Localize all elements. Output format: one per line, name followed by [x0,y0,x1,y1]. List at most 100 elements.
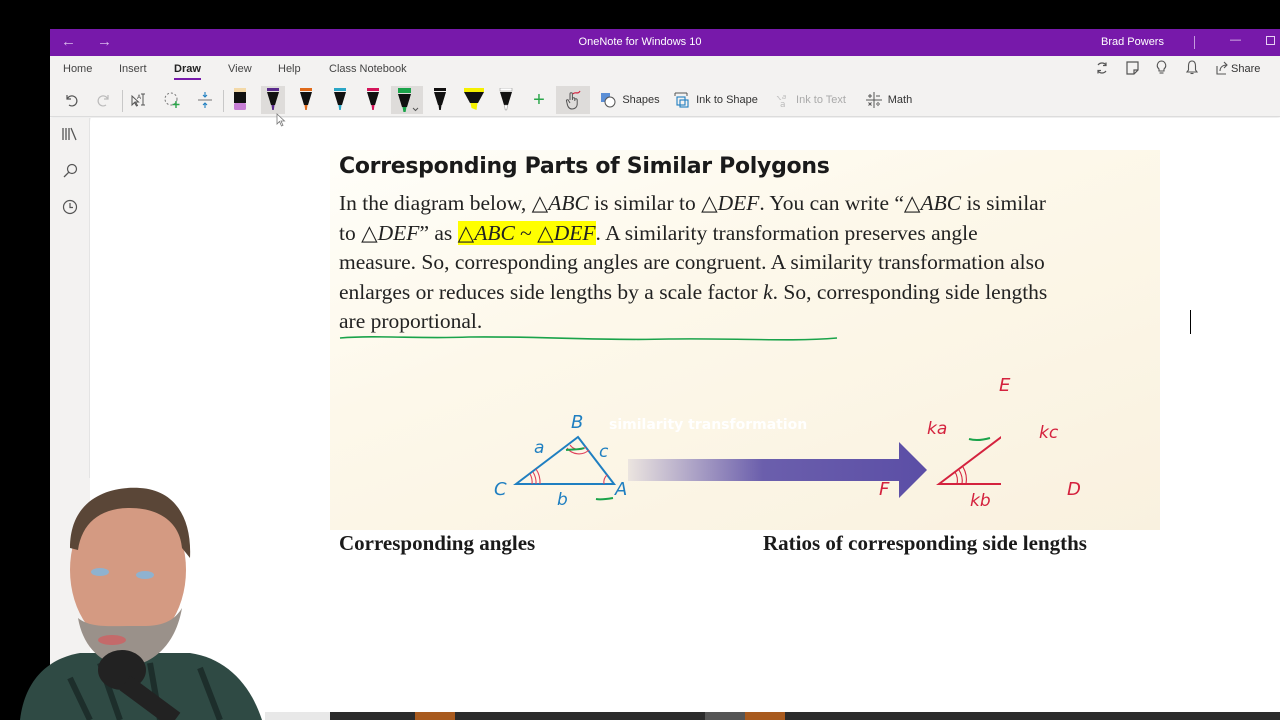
paragraph-line: In the diagram below, △ABC is similar to… [339,191,1046,215]
vertex-label-c: C [494,479,507,500]
side-label-c: c [599,442,609,462]
tab-class-notebook[interactable]: Class Notebook [329,63,407,75]
paragraph-line: enlarges or reduces side lengths by a sc… [339,279,1048,304]
toolbar-separator [223,90,224,112]
taskbar [265,712,1280,720]
angle-marks-def [954,466,967,485]
math-button[interactable]: Math [862,86,916,114]
ribbon: Home Insert Draw View Help Class Noteboo… [50,56,1280,117]
user-name[interactable]: Brad Powers [1101,36,1164,48]
pen-black[interactable] [428,86,452,114]
svg-text:a: a [780,100,786,108]
shapes-icon [601,93,616,108]
recent-icon [62,199,78,215]
ink-to-text-icon: aa [776,93,786,108]
add-pen-button[interactable]: + [528,86,550,114]
share-icon[interactable] [1215,61,1229,78]
eraser-tool[interactable] [228,86,252,114]
vertex-label-b: B [571,412,584,433]
pen-green[interactable] [391,86,423,114]
ink-to-text-button[interactable]: aa Ink to Text [772,86,850,114]
lasso-select-button[interactable] [161,86,183,114]
notebooks-button[interactable] [60,124,80,144]
vertex-label-e: E [999,375,1011,396]
shapes-button[interactable]: Shapes [598,86,662,114]
taskbar-item[interactable] [745,712,785,720]
ink-underline-stroke[interactable] [339,333,839,347]
vertex-label-a: A [615,479,628,500]
shapes-label: Shapes [622,94,660,106]
caption-corresponding-angles: Corresponding angles [339,531,536,555]
pen-magenta-icon [367,88,379,110]
side-label-ka: ka [927,419,948,439]
draw-toolbar: A + Shapes Ink to Shape a a Ink to Text … [50,82,1280,116]
ink-to-shape-label: Ink to Shape [696,94,758,106]
pen-cyan[interactable] [328,86,352,114]
plus-icon: + [533,88,545,111]
search-button[interactable] [60,160,80,180]
share-button[interactable]: Share [1231,63,1260,75]
sticky-note-icon[interactable] [1126,61,1139,78]
title-separator [1194,36,1195,49]
taskbar-item[interactable] [705,712,745,720]
ribbon-tabs: Home Insert Draw View Help Class Noteboo… [50,56,1280,82]
triangle-def [936,435,1001,485]
notebooks-icon [62,127,77,141]
title-bar: ← → OneNote for Windows 10 Brad Powers — [50,29,1280,56]
ink-to-shape-icon [674,92,689,108]
minimize-button[interactable]: — [1230,34,1241,46]
page-heading: Corresponding Parts of Similar Polygons [339,154,830,179]
pen-green-icon [398,88,419,112]
search-icon [63,163,77,177]
undo-button[interactable] [60,86,82,114]
body-paragraph: In the diagram below, △ABC is similar to… [339,189,1151,337]
pen-white[interactable] [494,86,518,114]
eraser-icon [234,88,246,110]
highlighted-notation: △ABC ~ △DEF [457,220,596,245]
mouse-pointer-icon [276,113,286,127]
highlighter-yellow[interactable] [459,86,487,114]
pen-purple-icon [267,88,279,110]
recent-button[interactable] [60,197,80,217]
pen-cyan-icon [334,88,346,110]
undo-icon [66,95,78,107]
vertex-label-f: F [879,479,890,500]
toolbar-separator [122,90,123,112]
pen-purple[interactable] [261,86,285,114]
taskbar-item[interactable] [415,712,455,720]
pen-orange[interactable] [294,86,318,114]
maximize-button[interactable] [1266,36,1275,45]
redo-button[interactable] [93,86,115,114]
side-label-kc: kc [1039,423,1059,443]
tab-insert[interactable]: Insert [119,63,147,75]
tab-help[interactable]: Help [278,63,301,75]
sync-icon[interactable] [1095,61,1109,78]
vertex-label-d: D [1067,479,1081,500]
ink-to-text-label: Ink to Text [796,94,846,106]
text-cursor [1190,310,1191,334]
bell-icon[interactable] [1185,60,1199,78]
ink-to-shape-button[interactable]: Ink to Shape [672,86,760,114]
type-select-button[interactable]: A [128,86,150,114]
taskbar-item[interactable] [265,712,330,720]
arrow-label: similarity transformation [609,417,808,433]
svg-text:A: A [137,94,142,101]
insert-space-button[interactable] [194,86,216,114]
window-title: OneNote for Windows 10 [578,36,702,48]
tab-draw[interactable]: Draw [174,63,201,80]
math-icon [865,92,882,108]
insert-space-icon [198,92,212,108]
page-canvas[interactable]: Corresponding Parts of Similar Polygons … [91,118,1280,720]
similarity-diagram [513,435,1001,501]
caption-side-ratios: Ratios of corresponding side lengths [763,531,1087,555]
tab-view[interactable]: View [228,63,252,75]
touch-draw-button[interactable] [556,86,590,114]
pen-orange-icon [300,88,312,110]
math-label: Math [887,94,913,106]
lasso-select-icon [164,92,180,108]
select-text-icon: A [131,93,145,107]
webcam-overlay [0,478,268,720]
tab-home[interactable]: Home [63,63,92,75]
pen-magenta[interactable] [361,86,385,114]
lightbulb-icon[interactable] [1156,60,1167,78]
